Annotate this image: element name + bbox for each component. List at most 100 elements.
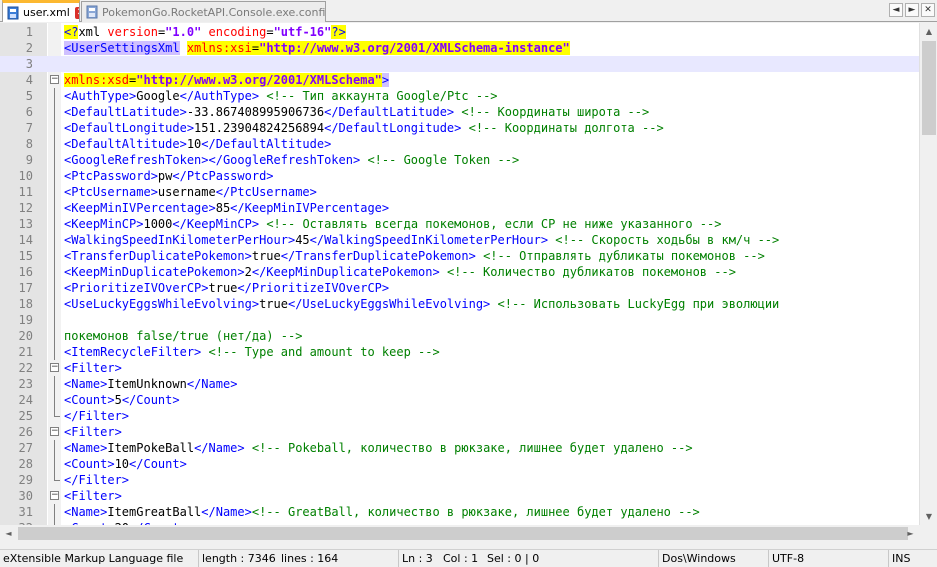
code-line[interactable]: 5 <AuthType>Google</AuthType> <!-- Тип ак… xyxy=(0,88,919,104)
code-token: ?> xyxy=(331,25,346,39)
horizontal-scrollbar[interactable]: ◄ ► xyxy=(0,525,937,542)
code-line[interactable]: 10 <PtcPassword>pw</PtcPassword> xyxy=(0,168,919,184)
code-line[interactable]: 19 xyxy=(0,312,919,328)
close-icon[interactable]: ✕ xyxy=(74,6,79,19)
code-text: <?xml version="1.0" encoding="utf-16"?> xyxy=(64,24,346,40)
close-document-button[interactable]: ✕ xyxy=(921,3,935,17)
code-text: покемонов false/true (нет/да) --> xyxy=(64,328,302,344)
code-token: true xyxy=(259,297,288,311)
code-line[interactable]: 26 − <Filter> xyxy=(0,424,919,440)
code-text: </Filter> xyxy=(64,472,129,488)
code-line[interactable]: 29 </Filter> xyxy=(0,472,919,488)
scroll-up-button[interactable]: ▲ xyxy=(921,23,937,40)
code-token: <TransferDuplicatePokemon> xyxy=(64,249,252,263)
fold-toggle-icon[interactable]: − xyxy=(50,427,59,436)
tab-pokemongo-config[interactable]: PokemonGo.RocketAPI.Console.exe.config ✕ xyxy=(81,1,326,22)
code-token: 10 xyxy=(186,137,202,151)
code-line[interactable]: 1 <?xml version="1.0" encoding="utf-16"?> xyxy=(0,24,919,40)
code-line[interactable]: 4 − xmlns:xsd="http://www.w3.org/2001/XMLS… xyxy=(0,72,919,88)
fold-guide xyxy=(54,200,55,216)
fold-guide xyxy=(54,248,55,264)
code-token: <PtcPassword> xyxy=(64,169,158,183)
line-number: 2 xyxy=(25,41,33,55)
code-line[interactable]: 6 <DefaultLatitude>-33.867408995906736</D… xyxy=(0,104,919,120)
code-token: 2 xyxy=(244,265,252,279)
code-line[interactable]: 14 <WalkingSpeedInKilometerPerHour>45</Wa… xyxy=(0,232,919,248)
code-text: <ItemRecycleFilter> <!-- Type and amount… xyxy=(64,344,440,360)
code-text: <Name>ItemPokeBall</Name> <!-- Pokeball,… xyxy=(64,440,693,456)
fold-end-marker xyxy=(54,408,60,417)
code-text: <KeepMinIVPercentage>85</KeepMinIVPercen… xyxy=(64,200,389,216)
code-token: <!-- GreatBall, количество в рюкзаке, ли… xyxy=(251,505,700,519)
code-line[interactable]: 20 покемонов false/true (нет/да) --> xyxy=(0,328,919,344)
code-token: </AuthType> xyxy=(179,89,260,103)
code-line[interactable]: 16 <KeepMinDuplicatePokemon>2</KeepMinDup… xyxy=(0,264,919,280)
code-line[interactable]: 8 <DefaultAltitude>10</DefaultAltitude> xyxy=(0,136,919,152)
code-line[interactable]: 13 <KeepMinCP>1000</KeepMinCP> <!-- Остав… xyxy=(0,216,919,232)
fold-toggle-icon[interactable]: − xyxy=(50,363,59,372)
code-line[interactable]: 28 <Count>10</Count> xyxy=(0,456,919,472)
code-text: <DefaultLatitude>-33.867408995906736</De… xyxy=(64,104,649,120)
code-line[interactable]: 22 − <Filter> xyxy=(0,360,919,376)
code-line[interactable]: 11 <PtcUsername>username</PtcUsername> xyxy=(0,184,919,200)
code-line[interactable]: 17 <PrioritizeIVOverCP>true</PrioritizeIV… xyxy=(0,280,919,296)
line-number: 20 xyxy=(18,329,33,343)
fold-guide xyxy=(54,136,55,152)
code-token: <Count> xyxy=(64,457,115,471)
code-text: <DefaultLongitude>151.23904824256894</De… xyxy=(64,120,664,136)
line-number: 6 xyxy=(25,105,33,119)
scroll-left-button[interactable]: ◄ xyxy=(0,525,17,542)
code-line[interactable]: 31 <Name>ItemGreatBall</Name><!-- GreatBa… xyxy=(0,504,919,520)
code-line[interactable]: 3 xyxy=(0,56,919,72)
code-token: > xyxy=(381,73,390,87)
fold-toggle-icon[interactable]: − xyxy=(50,75,59,84)
code-text: <TransferDuplicatePokemon>true</Transfer… xyxy=(64,248,765,264)
code-line[interactable]: 15 <TransferDuplicatePokemon>true</Transf… xyxy=(0,248,919,264)
tab-user-xml[interactable]: user.xml ✕ xyxy=(2,0,80,22)
code-line[interactable]: 27 <Name>ItemPokeBall</Name> <!-- Pokebal… xyxy=(0,440,919,456)
code-text: <Filter> xyxy=(64,424,122,440)
line-number: 10 xyxy=(18,169,33,183)
code-token: <DefaultLatitude> xyxy=(64,105,187,119)
code-editor[interactable]: 1 <?xml version="1.0" encoding="utf-16"?>… xyxy=(0,23,919,525)
vertical-scroll-thumb[interactable] xyxy=(922,41,936,135)
horizontal-scroll-thumb[interactable] xyxy=(18,527,908,540)
code-token: xml xyxy=(78,25,108,39)
code-line[interactable]: 25 </Filter> xyxy=(0,408,919,424)
code-token: </Count> xyxy=(129,457,187,471)
line-number: 15 xyxy=(18,249,33,263)
scroll-right-button[interactable]: ► xyxy=(902,525,919,542)
fold-toggle-icon[interactable]: − xyxy=(50,491,59,500)
code-token: <ItemRecycleFilter> xyxy=(64,345,202,359)
tab-bar: user.xml ✕ PokemonGo.RocketAPI.Console.e… xyxy=(0,0,937,22)
line-number: 17 xyxy=(18,281,33,295)
line-number: 21 xyxy=(18,345,33,359)
code-line[interactable]: 23 <Name>ItemUnknown</Name> xyxy=(0,376,919,392)
code-line[interactable]: 30 − <Filter> xyxy=(0,488,919,504)
code-line[interactable]: 21 <ItemRecycleFilter> <!-- Type and amou… xyxy=(0,344,919,360)
code-token: </Count> xyxy=(121,393,180,407)
code-line[interactable]: 2 <UserSettingsXml xmlns:xsi="http://www.… xyxy=(0,40,919,56)
code-line[interactable]: 7 <DefaultLongitude>151.23904824256894</D… xyxy=(0,120,919,136)
code-token: <UseLuckyEggsWhileEvolving> xyxy=(64,297,260,311)
code-line[interactable]: 24 <Count>5</Count> xyxy=(0,392,919,408)
code-token: 151.23904824256894 xyxy=(194,121,325,135)
code-text: </Filter> xyxy=(64,408,129,424)
code-line[interactable]: 9 <GoogleRefreshToken></GoogleRefreshToke… xyxy=(0,152,919,168)
code-token: <Filter> xyxy=(64,425,122,439)
code-line[interactable]: 18 <UseLuckyEggsWhileEvolving>true</UseLu… xyxy=(0,296,919,312)
code-token: pw xyxy=(157,169,173,183)
file-saved-icon xyxy=(7,6,19,19)
code-token: <!-- Google Token --> xyxy=(367,153,520,167)
scroll-down-button[interactable]: ▼ xyxy=(921,508,937,525)
code-token: 1000 xyxy=(143,217,173,231)
tab-scroll-right-button[interactable]: ► xyxy=(905,3,919,17)
status-encoding: UTF-8 xyxy=(768,550,886,567)
vertical-scrollbar[interactable]: ▲ ▼ xyxy=(919,23,937,525)
code-line[interactable]: 12 <KeepMinIVPercentage>85</KeepMinIVPerc… xyxy=(0,200,919,216)
code-text: <WalkingSpeedInKilometerPerHour>45</Walk… xyxy=(64,232,779,248)
tab-scroll-left-button[interactable]: ◄ xyxy=(889,3,903,17)
code-token: <UserSettingsXml xyxy=(64,41,180,55)
